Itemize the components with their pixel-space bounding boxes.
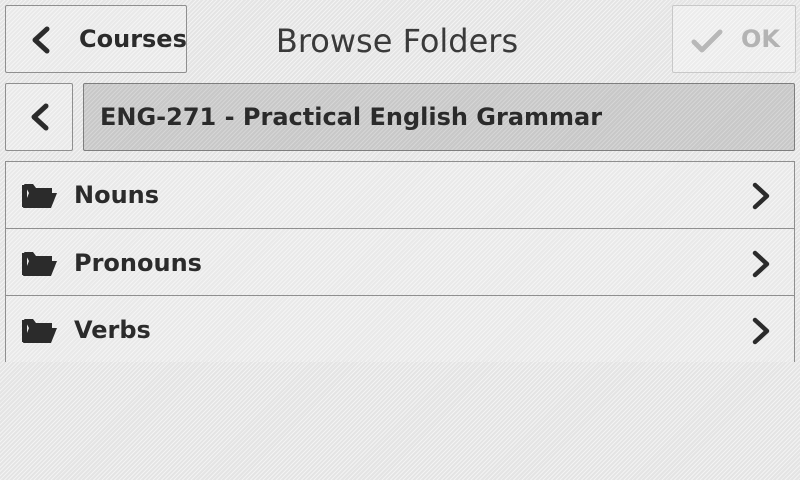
current-folder-name: ENG-271 - Practical English Grammar	[100, 103, 603, 131]
back-to-courses-button[interactable]: Courses	[5, 5, 187, 73]
page-title: Browse Folders	[275, 22, 519, 60]
folder-icon	[22, 252, 57, 276]
back-button-label: Courses	[79, 25, 187, 53]
parent-folder-button[interactable]	[5, 83, 73, 151]
folder-label: Nouns	[74, 181, 160, 209]
chevron-right-icon	[752, 250, 770, 278]
folder-row-pronouns[interactable]: Pronouns	[6, 228, 794, 295]
folder-row-nouns[interactable]: Nouns	[6, 162, 794, 228]
folder-label: Verbs	[74, 316, 151, 344]
chevron-right-icon	[752, 182, 770, 210]
ok-button-label: OK	[741, 25, 780, 53]
folder-row-verbs[interactable]: Verbs	[6, 295, 794, 362]
folder-icon	[22, 184, 57, 208]
folder-label: Pronouns	[74, 249, 202, 277]
ok-button[interactable]: OK	[672, 5, 796, 73]
checkmark-icon	[691, 29, 723, 53]
current-folder-path: ENG-271 - Practical English Grammar	[83, 83, 795, 151]
chevron-right-icon	[752, 317, 770, 345]
folder-icon	[22, 319, 57, 343]
chevron-left-icon	[32, 26, 50, 54]
folder-list: Nouns Pronouns Verbs	[5, 161, 795, 362]
chevron-left-icon	[31, 103, 49, 131]
